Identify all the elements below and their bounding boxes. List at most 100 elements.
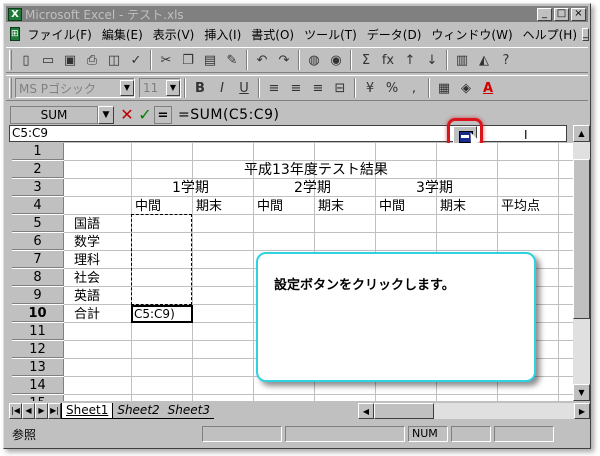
- cancel-icon[interactable]: ✕: [118, 106, 136, 124]
- term2-header[interactable]: 2学期: [294, 180, 331, 197]
- merge-center-icon[interactable]: ⊟: [329, 77, 351, 99]
- chevron-down-icon[interactable]: ▼: [98, 106, 114, 124]
- row-header[interactable]: 11: [12, 323, 64, 340]
- font-color-button[interactable]: A: [477, 77, 499, 99]
- active-cell[interactable]: C5:C9): [131, 305, 193, 323]
- menu-view[interactable]: 表示(V): [148, 26, 200, 43]
- row-header[interactable]: 8: [12, 269, 64, 286]
- row-header[interactable]: 3: [12, 179, 64, 196]
- font-name-select[interactable]: MS Pゴシック ▼: [15, 78, 135, 98]
- row-header[interactable]: 1: [12, 143, 64, 160]
- total-label[interactable]: 合計: [74, 306, 100, 323]
- autosum-icon[interactable]: Σ: [355, 49, 377, 71]
- term1-header[interactable]: 1学期: [172, 180, 209, 197]
- align-center-icon[interactable]: ≡: [285, 77, 307, 99]
- menu-data[interactable]: データ(D): [362, 26, 427, 43]
- scroll-thumb[interactable]: [573, 159, 590, 319]
- document-icon[interactable]: ⊞: [10, 27, 20, 41]
- minimize-button[interactable]: _: [537, 7, 552, 21]
- chevron-down-icon[interactable]: ▼: [120, 80, 134, 96]
- align-right-icon[interactable]: ≡: [307, 77, 329, 99]
- chevron-down-icon[interactable]: ▼: [166, 80, 180, 96]
- font-size-select[interactable]: 11 ▼: [139, 78, 181, 98]
- copy-icon[interactable]: ❐: [177, 49, 199, 71]
- menu-edit[interactable]: 編集(E): [97, 26, 148, 43]
- comma-icon[interactable]: ,: [403, 77, 425, 99]
- row-header[interactable]: 5: [12, 215, 64, 232]
- row-header[interactable]: 4: [12, 197, 64, 214]
- menu-window[interactable]: ウィンドウ(W): [426, 26, 517, 43]
- sort-descending-icon[interactable]: ↓: [421, 49, 443, 71]
- save-icon[interactable]: ▣: [59, 49, 81, 71]
- fill-color-icon[interactable]: ◈: [455, 77, 477, 99]
- column-header-i[interactable]: I: [524, 128, 528, 142]
- subject-label[interactable]: 国語: [74, 216, 100, 233]
- title-bar[interactable]: X Microsoft Excel - テスト.xls _ □ ×: [6, 6, 588, 22]
- chart-wizard-icon[interactable]: ▥: [451, 49, 473, 71]
- borders-icon[interactable]: ▦: [433, 77, 455, 99]
- scroll-left-icon[interactable]: ◀: [358, 403, 374, 419]
- row-header[interactable]: 14: [12, 377, 64, 394]
- office-assistant-icon[interactable]: ?: [495, 49, 517, 71]
- redo-icon[interactable]: ↷: [273, 49, 295, 71]
- row-header[interactable]: 9: [12, 287, 64, 304]
- scroll-thumb[interactable]: [374, 403, 434, 419]
- cut-icon[interactable]: ✂: [155, 49, 177, 71]
- sort-ascending-icon[interactable]: ↑: [399, 49, 421, 71]
- prev-sheet-icon[interactable]: ◀: [22, 403, 35, 419]
- align-left-icon[interactable]: ≡: [263, 77, 285, 99]
- menu-file[interactable]: ファイル(F): [23, 26, 97, 43]
- row-header-active[interactable]: 10: [12, 305, 64, 322]
- tab-sheet2[interactable]: Sheet2: [113, 403, 164, 419]
- term3-end-header[interactable]: 期末: [440, 198, 466, 215]
- scroll-down-icon[interactable]: ▼: [573, 384, 590, 401]
- toolbar-grip[interactable]: [9, 78, 12, 98]
- print-icon[interactable]: ⎙: [81, 49, 103, 71]
- new-icon[interactable]: ▯: [15, 49, 37, 71]
- row-header[interactable]: 12: [12, 341, 64, 358]
- term3-mid-header[interactable]: 中間: [379, 198, 405, 215]
- format-painter-icon[interactable]: ✎: [221, 49, 243, 71]
- menu-insert[interactable]: 挿入(I): [199, 26, 246, 43]
- tab-sheet1[interactable]: Sheet1: [61, 403, 114, 419]
- formula-text[interactable]: =SUM(C5:C9): [178, 107, 279, 123]
- excel-icon[interactable]: X: [8, 7, 22, 21]
- bold-button[interactable]: B: [189, 77, 211, 99]
- term2-end-header[interactable]: 期末: [318, 198, 344, 215]
- row-header[interactable]: 7: [12, 251, 64, 268]
- row-header[interactable]: 6: [12, 233, 64, 250]
- menu-format[interactable]: 書式(O): [246, 26, 299, 43]
- drawing-icon[interactable]: ◭: [473, 49, 495, 71]
- subject-label[interactable]: 英語: [74, 288, 100, 305]
- row-header[interactable]: 13: [12, 359, 64, 376]
- menu-tools[interactable]: ツール(T): [299, 26, 362, 43]
- subject-label[interactable]: 理科: [74, 252, 100, 269]
- scroll-right-icon[interactable]: ▶: [574, 403, 590, 419]
- row-header[interactable]: 2: [12, 161, 64, 178]
- function-wizard-icon[interactable]: fx: [377, 49, 399, 71]
- vertical-scrollbar[interactable]: ▲ ▼: [573, 125, 590, 401]
- term1-mid-header[interactable]: 中間: [135, 198, 161, 215]
- doc-minimize-button[interactable]: _: [582, 27, 590, 41]
- horizontal-scrollbar[interactable]: ◀ ▶: [358, 403, 590, 419]
- scroll-up-icon[interactable]: ▲: [573, 125, 590, 142]
- last-sheet-icon[interactable]: ▶|: [48, 403, 61, 419]
- sheet-title[interactable]: 平成13年度テスト結果: [244, 162, 388, 179]
- spelling-icon[interactable]: ✓: [125, 49, 147, 71]
- subject-label[interactable]: 社会: [74, 270, 100, 287]
- underline-button[interactable]: U: [233, 77, 255, 99]
- undo-icon[interactable]: ↶: [251, 49, 273, 71]
- hyperlink-icon[interactable]: ◍: [303, 49, 325, 71]
- term2-mid-header[interactable]: 中間: [257, 198, 283, 215]
- range-input[interactable]: C5:C9: [9, 125, 567, 142]
- row-header[interactable]: 15: [12, 395, 64, 401]
- subject-label[interactable]: 数学: [74, 234, 100, 251]
- next-sheet-icon[interactable]: ▶: [35, 403, 48, 419]
- percent-button[interactable]: %: [381, 77, 403, 99]
- close-button[interactable]: ×: [571, 7, 586, 21]
- paste-icon[interactable]: ▤: [199, 49, 221, 71]
- currency-icon[interactable]: ¥: [359, 77, 381, 99]
- average-header[interactable]: 平均点: [501, 198, 540, 215]
- edit-formula-button[interactable]: =: [154, 106, 172, 124]
- toolbar-grip[interactable]: [9, 50, 12, 70]
